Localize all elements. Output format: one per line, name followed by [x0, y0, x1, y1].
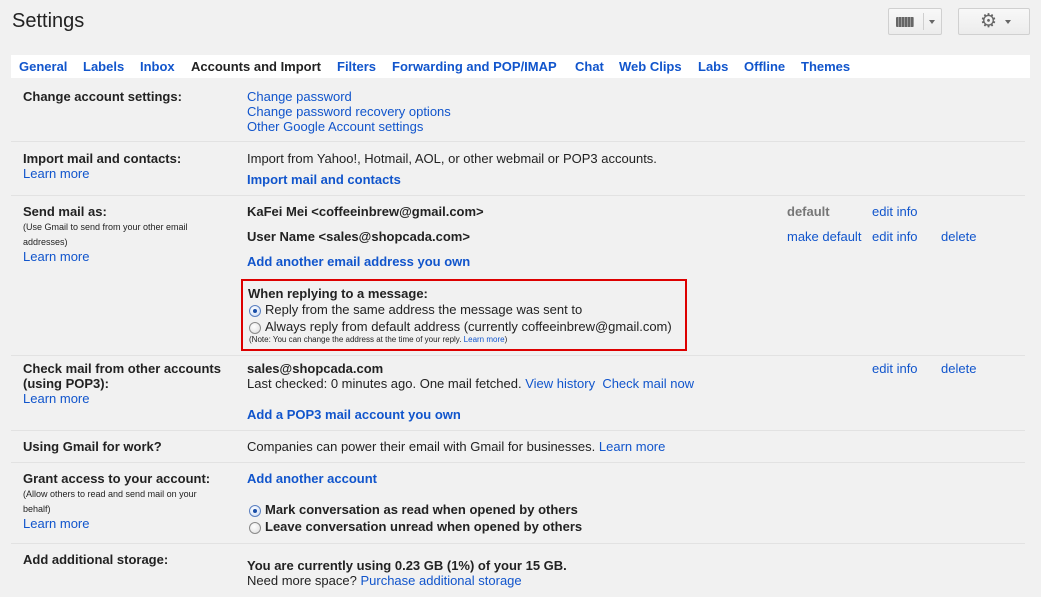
reply-default-address-radio[interactable]	[249, 322, 261, 334]
gear-icon: ⚙	[980, 11, 998, 32]
input-tools-button[interactable]	[888, 8, 942, 35]
default-status: default	[787, 204, 830, 219]
import-mail-label: Import mail and contacts:	[23, 151, 182, 166]
add-storage-label: Add additional storage:	[23, 552, 169, 567]
tab-labs[interactable]: Labs	[698, 59, 728, 74]
tab-forwarding-pop-imap[interactable]: Forwarding and POP/IMAP	[392, 59, 557, 74]
grant-access-note: (Allow others to read and send mail on y…	[23, 489, 197, 514]
gmail-for-work-label: Using Gmail for work?	[23, 439, 162, 454]
tab-accounts-and-import[interactable]: Accounts and Import	[191, 59, 321, 74]
send-mail-learn-more-link[interactable]: Learn more	[23, 249, 89, 264]
pop3-edit-info-link[interactable]: edit info	[872, 361, 918, 376]
mark-read-radio[interactable]	[249, 505, 261, 517]
gmail-for-work-line: Companies can power their email with Gma…	[247, 439, 665, 454]
row-divider	[11, 430, 1025, 431]
reply-setting-highlight: When replying to a message: Reply from t…	[241, 279, 687, 351]
row-divider	[11, 462, 1025, 463]
reply-same-address-label[interactable]: Reply from the same address the message …	[265, 302, 582, 317]
tab-labels[interactable]: Labels	[83, 59, 124, 74]
grant-access-label: Grant access to your account:	[23, 471, 211, 486]
pop3-account-address: sales@shopcada.com	[247, 361, 384, 376]
edit-info-secondary-link[interactable]: edit info	[872, 229, 918, 244]
chevron-down-icon	[1005, 20, 1011, 24]
edit-info-primary-link[interactable]: edit info	[872, 204, 918, 219]
tab-filters[interactable]: Filters	[337, 59, 376, 74]
check-mail-label: Check mail from other accounts	[23, 361, 221, 376]
check-mail-label-line2: (using POP3):	[23, 376, 109, 391]
check-mail-learn-more-link[interactable]: Learn more	[23, 391, 89, 406]
import-mail-contacts-link[interactable]: Import mail and contacts	[247, 172, 401, 187]
last-checked-text: Last checked: 0 minutes ago. One mail fe…	[247, 376, 522, 391]
need-more-space-text: Need more space?	[247, 573, 357, 588]
reply-default-address-label[interactable]: Always reply from default address (curre…	[265, 319, 672, 334]
tab-inbox[interactable]: Inbox	[140, 59, 175, 74]
purchase-storage-link[interactable]: Purchase additional storage	[360, 573, 521, 588]
tab-themes[interactable]: Themes	[801, 59, 850, 74]
leave-unread-radio[interactable]	[249, 522, 261, 534]
gmail-for-work-learn-more-link[interactable]: Learn more	[599, 439, 665, 454]
keyboard-icon	[896, 17, 914, 27]
add-email-address-link[interactable]: Add another email address you own	[247, 254, 470, 269]
add-another-account-link[interactable]: Add another account	[247, 471, 377, 486]
chevron-down-icon[interactable]	[929, 20, 935, 24]
leave-unread-label[interactable]: Leave conversation unread when opened by…	[265, 519, 582, 534]
send-mail-as-note: (Use Gmail to send from your other email…	[23, 222, 188, 247]
row-divider	[11, 543, 1025, 544]
reply-note-text: (Note: You can change the address at the…	[249, 335, 462, 344]
page-title: Settings	[12, 10, 85, 32]
reply-note: (Note: You can change the address at the…	[249, 334, 507, 345]
other-google-account-settings-link[interactable]: Other Google Account settings	[247, 119, 423, 134]
storage-usage: You are currently using 0.23 GB (1%) of …	[247, 558, 567, 573]
row-divider	[11, 355, 1025, 356]
reply-same-address-radio[interactable]	[249, 305, 261, 317]
button-divider	[923, 13, 924, 30]
settings-tabs: General Labels Inbox Accounts and Import…	[11, 55, 1030, 78]
row-divider	[11, 195, 1025, 196]
send-mail-as-label: Send mail as:	[23, 204, 107, 219]
tab-general[interactable]: General	[19, 59, 67, 74]
change-account-label: Change account settings:	[23, 89, 182, 104]
row-divider	[11, 141, 1025, 142]
pop3-delete-link[interactable]: delete	[941, 361, 976, 376]
mark-read-label[interactable]: Mark conversation as read when opened by…	[265, 502, 578, 517]
make-default-link[interactable]: make default	[787, 229, 861, 244]
pop3-status-line: Last checked: 0 minutes ago. One mail fe…	[247, 376, 694, 391]
reply-note-close: )	[504, 335, 508, 344]
send-as-address-primary: KaFei Mei <coffeeinbrew@gmail.com>	[247, 204, 484, 219]
storage-need-more-line: Need more space? Purchase additional sto…	[247, 573, 522, 588]
delete-secondary-link[interactable]: delete	[941, 229, 976, 244]
import-description: Import from Yahoo!, Hotmail, AOL, or oth…	[247, 151, 657, 166]
send-as-address-secondary: User Name <sales@shopcada.com>	[247, 229, 470, 244]
reply-heading: When replying to a message:	[248, 286, 428, 301]
tab-chat[interactable]: Chat	[575, 59, 604, 74]
import-learn-more-link[interactable]: Learn more	[23, 166, 89, 181]
add-pop3-account-link[interactable]: Add a POP3 mail account you own	[247, 407, 461, 422]
grant-learn-more-link[interactable]: Learn more	[23, 516, 89, 531]
tab-offline[interactable]: Offline	[744, 59, 785, 74]
gmail-for-work-description: Companies can power their email with Gma…	[247, 439, 596, 454]
settings-gear-button[interactable]: ⚙	[958, 8, 1030, 35]
check-mail-now-link[interactable]: Check mail now	[602, 376, 694, 391]
reply-learn-more-link[interactable]: Learn more	[464, 335, 505, 344]
change-password-link[interactable]: Change password	[247, 89, 352, 104]
tab-web-clips[interactable]: Web Clips	[619, 59, 682, 74]
view-history-link[interactable]: View history	[525, 376, 595, 391]
change-recovery-options-link[interactable]: Change password recovery options	[247, 104, 451, 119]
